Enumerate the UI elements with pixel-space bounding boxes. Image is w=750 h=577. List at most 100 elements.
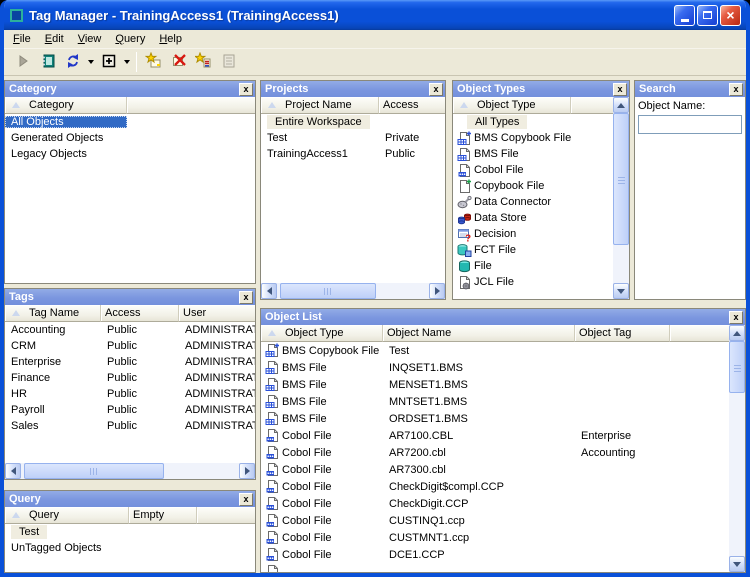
scroll-up-button[interactable] — [613, 97, 629, 113]
object-type-row[interactable]: JCL File — [453, 274, 613, 290]
object-type-row[interactable]: ?Decision — [453, 226, 613, 242]
column-header-category[interactable]: Category — [5, 97, 127, 114]
scrollbar-thumb[interactable] — [280, 283, 376, 299]
object-type-row[interactable]: Data Store — [453, 210, 613, 226]
project-row[interactable]: TrainingAccess1Public — [261, 146, 445, 162]
panel-close-button[interactable]: x — [429, 83, 443, 96]
close-button[interactable]: × — [720, 5, 741, 26]
column-header-object-type[interactable]: Object Type — [261, 325, 383, 342]
column-header-empty[interactable]: Empty — [129, 507, 197, 524]
project-row[interactable]: Entire Workspace — [261, 114, 445, 130]
delete-tag-button[interactable] — [167, 51, 190, 73]
object-list-row[interactable] — [261, 563, 729, 572]
column-header[interactable] — [571, 97, 613, 114]
vertical-scrollbar[interactable] — [613, 97, 629, 299]
object-type-row[interactable]: Data Connector — [453, 194, 613, 210]
tag-row[interactable]: SalesPublicADMINISTRAT — [5, 418, 255, 434]
scroll-up-button[interactable] — [729, 325, 745, 341]
object-list-row[interactable]: Cobol FileAR7100.CBLEnterprise — [261, 427, 729, 444]
tag-row[interactable]: FinancePublicADMINISTRAT — [5, 370, 255, 386]
object-type-row[interactable]: All Types — [453, 114, 613, 130]
horizontal-scrollbar[interactable] — [5, 463, 255, 479]
object-list-row[interactable]: Cobol FileCUSTMNT1.ccp — [261, 529, 729, 546]
panel-close-button[interactable]: x — [239, 493, 253, 506]
menu-item-help[interactable]: Help — [152, 31, 189, 47]
object-list-row[interactable]: BMS FileMENSET1.BMS — [261, 376, 729, 393]
horizontal-scrollbar[interactable] — [261, 283, 445, 299]
panel-close-button[interactable]: x — [239, 291, 253, 304]
object-list-row[interactable]: Cobol FileAR7300.cbl — [261, 461, 729, 478]
object-type-row[interactable]: FCT File — [453, 242, 613, 258]
object-list-row[interactable]: BMS FileORDSET1.BMS — [261, 410, 729, 427]
column-header-object-type[interactable]: Object Type — [453, 97, 571, 114]
query-row[interactable]: UnTagged Objects — [5, 540, 255, 556]
column-header-query[interactable]: Query — [5, 507, 129, 524]
scroll-down-button[interactable] — [613, 283, 629, 299]
vertical-scrollbar[interactable] — [729, 325, 745, 572]
object-name-input[interactable] — [638, 115, 742, 134]
maximize-button[interactable] — [697, 5, 718, 26]
object-list-row[interactable]: Cobol FileCUSTINQ1.ccp — [261, 512, 729, 529]
column-header[interactable] — [670, 325, 729, 342]
object-type-row[interactable]: Cobol File — [453, 162, 613, 178]
object-list-row[interactable]: Cobol FileCheckDigit.CCP — [261, 495, 729, 512]
notebook-button[interactable] — [36, 51, 59, 73]
tag-row[interactable]: PayrollPublicADMINISTRAT — [5, 402, 255, 418]
object-type-row[interactable]: BMS File — [453, 146, 613, 162]
panel-close-button[interactable]: x — [239, 83, 253, 96]
object-list-row[interactable]: BMS Copybook FileTest — [261, 342, 729, 359]
scrollbar-track[interactable] — [729, 393, 745, 556]
refresh-button[interactable] — [61, 51, 84, 73]
object-type-row[interactable]: BMS Copybook File — [453, 130, 613, 146]
assign-tag-button[interactable] — [192, 51, 215, 73]
object-list-row[interactable]: Cobol FileAR7200.cblAccounting — [261, 444, 729, 461]
column-header-project-name[interactable]: Project Name — [261, 97, 379, 114]
scrollbar-track[interactable] — [376, 283, 429, 299]
scrollbar-track[interactable] — [613, 245, 629, 283]
panel-close-button[interactable]: x — [613, 83, 627, 96]
refresh-dropdown-arrow-icon[interactable] — [85, 51, 96, 73]
tag-row[interactable]: EnterprisePublicADMINISTRAT — [5, 354, 255, 370]
panel-close-button[interactable]: x — [729, 311, 743, 324]
object-list-row[interactable]: Cobol FileCheckDigit$compl.CCP — [261, 478, 729, 495]
column-header-object-tag[interactable]: Object Tag — [575, 325, 670, 342]
menu-item-query[interactable]: Query — [108, 31, 152, 47]
expand-button[interactable] — [97, 51, 120, 73]
scroll-left-button[interactable] — [5, 463, 21, 479]
tag-row[interactable]: HRPublicADMINISTRAT — [5, 386, 255, 402]
column-header-tag-name[interactable]: Tag Name — [5, 305, 101, 322]
query-row[interactable]: Test — [5, 524, 255, 540]
category-row[interactable]: Legacy Objects — [5, 146, 255, 162]
scrollbar-track[interactable] — [164, 463, 239, 479]
column-header[interactable] — [197, 507, 255, 524]
menu-item-file[interactable]: File — [6, 31, 38, 47]
scrollbar-thumb[interactable] — [729, 341, 745, 393]
menu-item-view[interactable]: View — [71, 31, 109, 47]
column-header-object-name[interactable]: Object Name — [383, 325, 575, 342]
column-header-access[interactable]: Access — [101, 305, 179, 322]
project-row[interactable]: TestPrivate — [261, 130, 445, 146]
column-header[interactable] — [127, 97, 255, 114]
menu-item-edit[interactable]: Edit — [38, 31, 71, 47]
scroll-down-button[interactable] — [729, 556, 745, 572]
category-row[interactable]: Generated Objects — [5, 130, 255, 146]
new-tag-button[interactable] — [142, 51, 165, 73]
object-list-row[interactable]: BMS FileINQSET1.BMS — [261, 359, 729, 376]
scroll-right-button[interactable] — [239, 463, 255, 479]
column-header-user[interactable]: User — [179, 305, 255, 322]
column-header-access[interactable]: Access — [379, 97, 445, 114]
expand-dropdown-arrow-icon[interactable] — [121, 51, 132, 73]
category-row[interactable]: All Objects — [5, 114, 255, 130]
panel-close-button[interactable]: x — [729, 83, 743, 96]
scrollbar-thumb[interactable] — [613, 113, 629, 245]
object-type-row[interactable]: Copybook File — [453, 178, 613, 194]
object-list-row[interactable]: BMS FileMNTSET1.BMS — [261, 393, 729, 410]
tag-row[interactable]: AccountingPublicADMINISTRAT — [5, 322, 255, 338]
scroll-left-button[interactable] — [261, 283, 277, 299]
scrollbar-thumb[interactable] — [24, 463, 164, 479]
minimize-button[interactable] — [674, 5, 695, 26]
scroll-right-button[interactable] — [429, 283, 445, 299]
object-list-row[interactable]: Cobol FileDCE1.CCP — [261, 546, 729, 563]
object-type-row[interactable]: File — [453, 258, 613, 274]
tag-row[interactable]: CRMPublicADMINISTRAT — [5, 338, 255, 354]
